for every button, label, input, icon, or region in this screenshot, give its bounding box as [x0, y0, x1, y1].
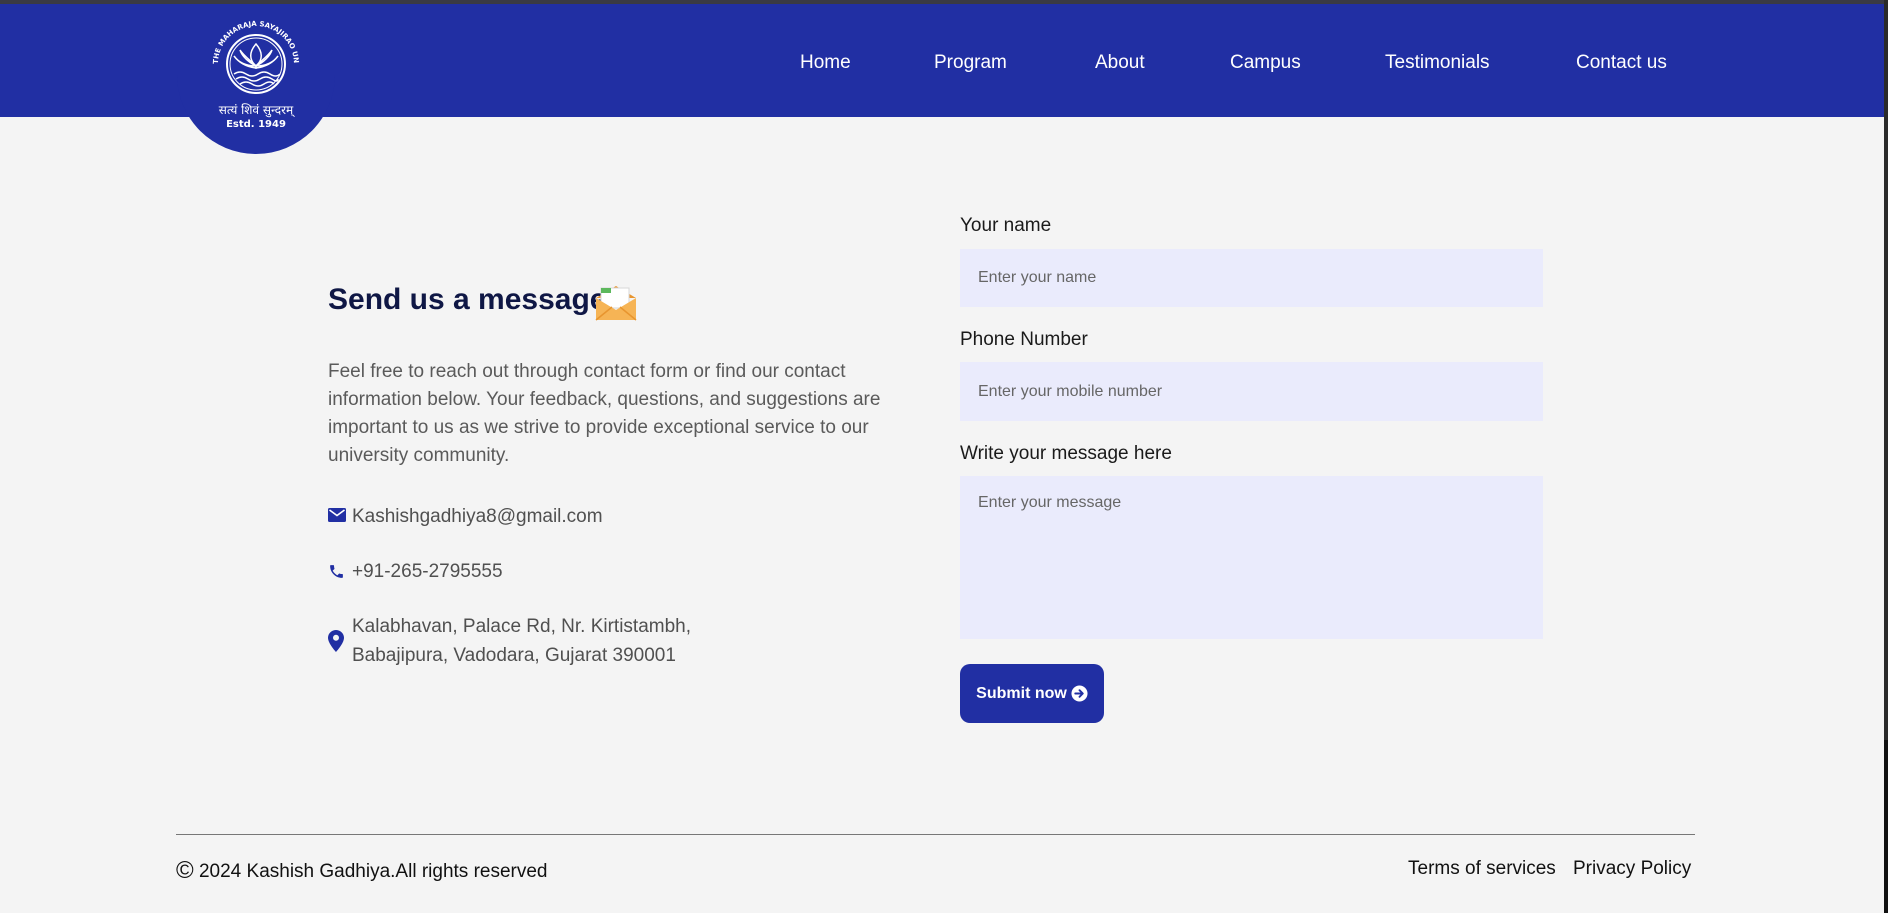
footer-divider — [176, 834, 1695, 835]
mail-icon — [328, 508, 346, 522]
nav-program[interactable]: Program — [934, 52, 1007, 74]
phone-icon — [330, 565, 343, 578]
phone-label: Phone Number — [960, 329, 1088, 350]
logo-motto: सत्यं शिवं सुन्दरम् — [218, 103, 294, 117]
name-label: Your name — [960, 215, 1052, 236]
nav-testimonials[interactable]: Testimonials — [1385, 52, 1490, 74]
terms-link[interactable]: Terms of services — [1408, 858, 1556, 880]
university-logo[interactable]: THE MAHARAJA SAYAJIRAO UNIVERSITY OF BAR… — [177, 4, 335, 154]
phone-input[interactable] — [960, 362, 1543, 421]
phone-text: +91-265-2795555 — [352, 561, 503, 582]
envelope-icon — [595, 286, 637, 321]
address-line1: Kalabhavan, Palace Rd, Nr. Kirtistambh, — [352, 616, 692, 637]
submit-button[interactable]: Submit now — [960, 664, 1104, 723]
logo-estd: Estd. 1949 — [226, 119, 286, 130]
address-line2: Babajipura, Vadodara, Gujarat 390001 — [352, 645, 676, 666]
scrollbar-thumb[interactable] — [1884, 740, 1888, 913]
name-input[interactable] — [960, 249, 1543, 307]
nav-about[interactable]: About — [1095, 52, 1145, 74]
contact-heading: Send us a message — [328, 283, 607, 316]
copyright-symbol: © — [176, 857, 194, 884]
submit-label: Submit now — [976, 684, 1067, 702]
nav-contact-us[interactable]: Contact us — [1576, 52, 1667, 74]
nav-home[interactable]: Home — [800, 52, 851, 74]
privacy-link[interactable]: Privacy Policy — [1573, 858, 1691, 880]
copyright: © 2024 Kashish Gadhiya.All rights reserv… — [176, 857, 548, 885]
email-text: Kashishgadhiya8@gmail.com — [352, 506, 603, 527]
seal-text: THE MAHARAJA SAYAJIRAO UNIVERSITY OF BAR… — [204, 18, 300, 64]
nav-campus[interactable]: Campus — [1230, 52, 1301, 74]
svg-text:THE MAHARAJA SAYAJIRAO UNIVERS: THE MAHARAJA SAYAJIRAO UNIVERSITY OF BAR… — [204, 18, 300, 64]
copyright-text: 2024 Kashish Gadhiya.All rights reserved — [198, 861, 548, 882]
university-seal-icon: THE MAHARAJA SAYAJIRAO UNIVERSITY OF BAR… — [204, 18, 300, 94]
arrow-right-circle-icon — [1071, 685, 1088, 702]
contact-intro: Feel free to reach out through contact f… — [328, 361, 881, 466]
location-pin-icon — [328, 630, 344, 652]
scrollbar[interactable] — [1884, 0, 1888, 913]
message-textarea[interactable] — [960, 476, 1543, 639]
message-label: Write your message here — [960, 443, 1172, 464]
